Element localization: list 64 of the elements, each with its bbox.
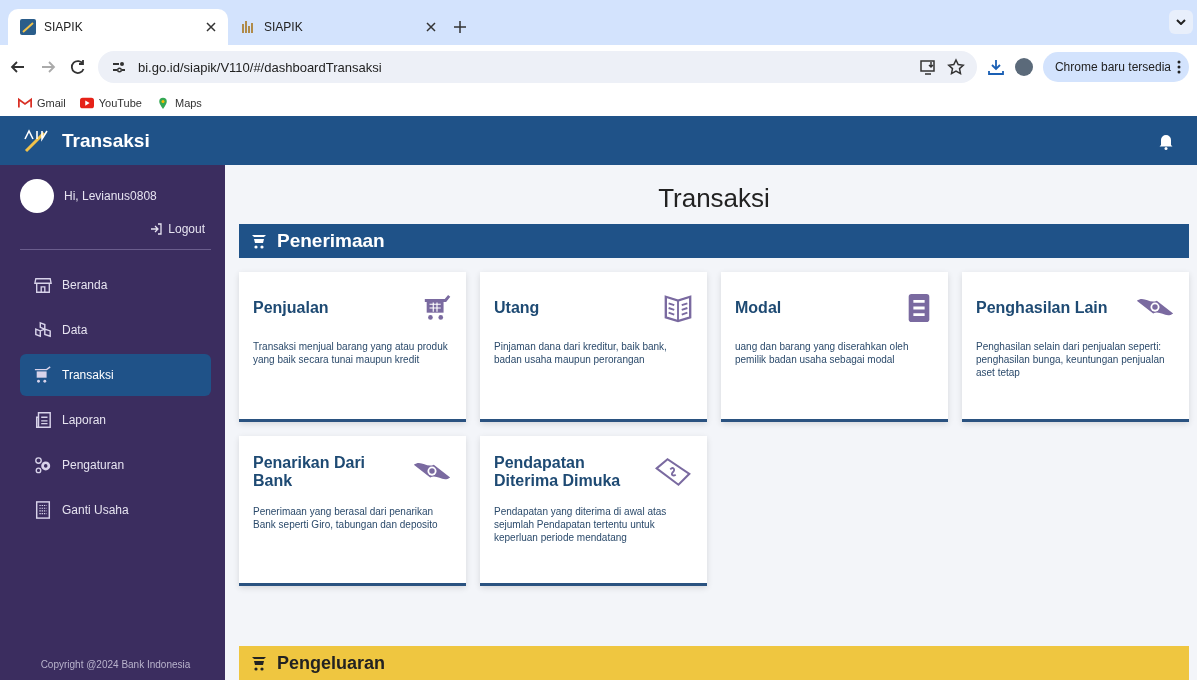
category-card[interactable]: Penarikan Dari Bank Penerimaan yang berasal dari penarikan Bank seperti Giro, tabungan dan deposito [239,436,466,586]
cart-icon [251,655,267,671]
card-title: Pendapatan Diterima Dimuka [494,454,622,491]
chevron-down-icon [1176,19,1186,25]
bookmark-star-icon[interactable] [946,58,965,76]
bar-chart-icon [240,19,256,35]
user-avatar [20,179,54,213]
address-bar[interactable]: bi.go.id/siapik/V110/#/dashboardTransaksi [98,51,977,83]
close-icon[interactable] [426,22,436,32]
card-description: Pendapatan yang diterima di awal atas sejumlah Pendapatan tertentu untuk keperluan periode mendatang [494,504,668,544]
tab-list-button[interactable] [1169,10,1193,34]
category-card[interactable]: Pendapatan Diterima Dimuka Pendapatan yang diterima di awal atas sejumlah Pendapatan tertentu untuk keperluan periode mendatang [480,436,707,586]
boxes-icon [34,321,52,339]
update-button[interactable]: Chrome baru tersedia [1042,52,1189,82]
gears-icon [34,456,52,474]
card-description: uang dan barang yang diserahkan oleh pemilik badan usaha sebagai modal [735,340,910,366]
report-icon [34,411,52,429]
category-card[interactable]: Penghasilan Lain Penghasilan selain dari penjualan seperti: penghasilan bunga, keuntungan penjualan aset tetap [962,272,1189,422]
browser-tab[interactable]: SIAPIK [8,9,228,45]
card-description: Pinjaman dana dari kreditur, baik bank, badan usaha maupun perorangan [494,340,668,366]
profile-avatar[interactable] [1014,58,1033,76]
close-icon[interactable] [206,22,216,32]
download-icon[interactable] [986,58,1005,76]
user-greeting: Hi, Levianus0808 [64,189,157,203]
bookmark-link[interactable]: YouTube [79,96,142,109]
logout-button[interactable]: Logout [144,221,211,237]
category-card[interactable]: Penjualan Transaksi menjual barang yang atau produk yang baik secara tunai maupun kredit [239,272,466,422]
card-description: Penghasilan selain dari penjualan seperti: penghasilan bunga, keuntungan penjualan aset tetap [976,340,1166,379]
video-icon [79,96,94,109]
install-icon[interactable] [918,58,937,76]
section-title: Pengeluaran [277,652,386,674]
card-title: Modal [735,298,782,318]
card-title: Utang [494,298,540,318]
sidebar-item[interactable]: Transaksi [20,354,211,396]
book-icon [663,293,693,323]
category-card[interactable]: Utang Pinjaman dana dari kreditur, baik bank, badan usaha maupun perorangan [480,272,707,422]
category-card[interactable]: Modal uang dan barang yang diserahkan oleh pemilik badan usaha sebagai modal [721,272,948,422]
card-title: Penjualan [253,298,329,318]
bookmark-link[interactable]: Maps [155,96,202,109]
sidebar-item[interactable]: Beranda [20,264,211,306]
sidebar-item[interactable]: Data [20,309,211,351]
card-description: Transaksi menjual barang yang atau produk yang baik secara tunai maupun kredit [253,340,449,366]
sidebar-item[interactable]: Ganti Usaha [20,489,211,531]
cart-icon [422,293,452,323]
sidebar-item[interactable]: Laporan [20,399,211,441]
more-icon[interactable] [1177,60,1181,74]
copyright-text: Copyright @2024 Bank Indonesia [39,659,192,670]
page-title: Transaksi [657,183,771,214]
sidebar-item[interactable]: Pengaturan [20,444,211,486]
browser-tab[interactable]: SIAPIK [228,9,448,45]
card-title: Penarikan Dari Bank [253,454,367,491]
store-icon [34,276,52,294]
cart-icon [34,366,52,384]
app-logo-icon [20,19,36,35]
card-description: Penerimaan yang berasal dari penarikan Bank seperti Giro, tabungan dan deposito [253,504,439,531]
logout-icon [150,223,163,235]
mail-icon [18,96,32,109]
section-title: Penerimaan [277,230,385,252]
building-icon [34,501,52,519]
new-tab-icon[interactable] [454,21,466,33]
bookmark-link[interactable]: Gmail [18,96,66,109]
cart-icon [251,233,267,249]
app-title: Transaksi [62,129,151,152]
card-title: Penghasilan Lain [976,298,1108,318]
